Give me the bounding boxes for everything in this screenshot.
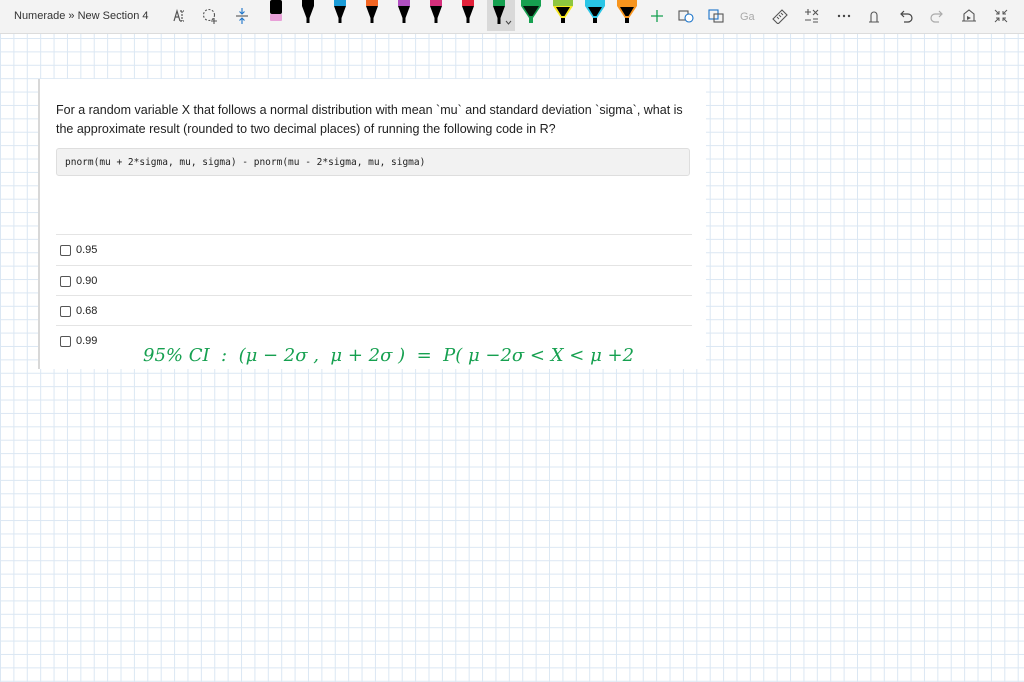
- lasso-select-icon[interactable]: [169, 6, 191, 26]
- pen-magenta[interactable]: [425, 0, 447, 28]
- add-icon[interactable]: [646, 6, 668, 26]
- highlighter-orange[interactable]: [616, 0, 638, 28]
- pen-black[interactable]: [265, 0, 287, 28]
- undo-icon[interactable]: [895, 6, 917, 26]
- breadcrumb-notebook[interactable]: Numerade: [14, 10, 65, 22]
- ink-toolbar: Numerade » New Section 4 Ga: [0, 0, 1024, 34]
- grid-canvas[interactable]: For a random variable X that follows a n…: [0, 34, 1024, 682]
- handwritten-annotation: 95% CI : (μ − 2σ , μ + 2σ ) = P( μ −2σ <…: [143, 345, 634, 366]
- pen-green-selected[interactable]: [487, 0, 515, 31]
- highlighter-green[interactable]: [520, 0, 542, 28]
- collapse-icon[interactable]: [990, 6, 1012, 26]
- highlighter-cyan[interactable]: [584, 0, 606, 28]
- shapes-icon[interactable]: [675, 6, 697, 26]
- ink-to-shape-icon[interactable]: [705, 6, 727, 26]
- pen-orange[interactable]: [361, 0, 383, 28]
- breadcrumb-section[interactable]: New Section 4: [78, 10, 149, 22]
- ink-to-text-icon[interactable]: Ga: [737, 6, 759, 26]
- touch-draw-icon[interactable]: [863, 6, 885, 26]
- highlighter-lime[interactable]: [552, 0, 574, 28]
- pen-red[interactable]: [457, 0, 479, 28]
- pen-purple[interactable]: [393, 0, 415, 28]
- pen-blue[interactable]: [329, 0, 351, 28]
- replay-icon[interactable]: [958, 6, 980, 26]
- breadcrumb[interactable]: Numerade » New Section 4: [14, 10, 149, 22]
- breadcrumb-separator: »: [68, 10, 75, 22]
- add-space-vertical-icon[interactable]: [231, 6, 253, 26]
- pen-black-2[interactable]: [297, 0, 319, 28]
- svg-text:Ga: Ga: [740, 11, 756, 23]
- redo-icon[interactable]: [926, 6, 948, 26]
- add-space-icon[interactable]: [199, 6, 221, 26]
- more-icon[interactable]: [833, 6, 855, 26]
- handwritten-text: 95% CI : (μ − 2σ , μ + 2σ ) = P( μ −2σ <…: [143, 345, 634, 366]
- ruler-icon[interactable]: [769, 6, 791, 26]
- math-icon[interactable]: [801, 6, 823, 26]
